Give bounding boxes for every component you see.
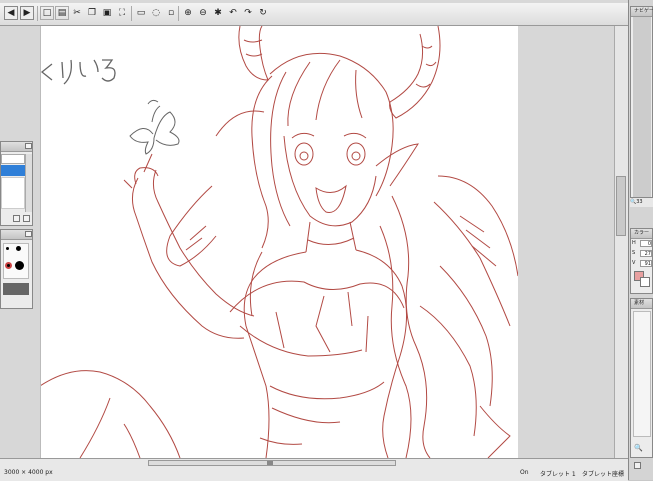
color-s-label: S: [632, 250, 636, 256]
zoom-value: 33: [636, 199, 643, 205]
layer-list: [1, 177, 25, 209]
tablet-coords-text: タブレット座標: [582, 471, 625, 478]
cut-icon[interactable]: ✂: [70, 6, 84, 20]
move-icon[interactable]: ▫: [164, 6, 178, 20]
fit-icon[interactable]: ⛶: [115, 6, 129, 20]
brush-dot-selected-icon[interactable]: [5, 262, 12, 269]
forward-icon[interactable]: ▶: [20, 6, 34, 20]
refresh-icon[interactable]: ↻: [256, 6, 270, 20]
brush-panel: [0, 229, 33, 309]
horizontal-scroll-thumb[interactable]: [267, 461, 273, 465]
horizontal-scrollbar[interactable]: [148, 460, 396, 466]
material-list: [633, 311, 651, 437]
brush-dot-icon[interactable]: [16, 246, 21, 251]
brush-dot-icon[interactable]: [15, 261, 24, 270]
lasso-icon[interactable]: ◌: [149, 6, 163, 20]
layer-panel: [0, 141, 33, 226]
color-s-field[interactable]: 27: [640, 250, 652, 257]
drawing-canvas[interactable]: [40, 26, 518, 458]
copy-icon[interactable]: ❐: [85, 6, 99, 20]
delete-layer-icon[interactable]: [23, 215, 30, 222]
vertical-scrollbar[interactable]: [614, 26, 628, 458]
brush-preview: [3, 283, 29, 295]
redo-icon[interactable]: ↷: [241, 6, 255, 20]
toolbar-separator: [37, 6, 38, 21]
material-panel: 素材 🔍: [630, 298, 653, 458]
color-v-field[interactable]: 91: [640, 260, 652, 267]
rect-select-icon[interactable]: ▭: [134, 6, 148, 20]
brush-size-grid: [3, 243, 29, 279]
navigator-panel: ナビゲー: [630, 6, 653, 198]
vertical-scroll-thumb[interactable]: [616, 176, 626, 236]
butterfly-sketch: [129, 99, 180, 155]
zoom-row: 🔍33: [630, 198, 653, 207]
zoom-in-icon[interactable]: ⊕: [181, 6, 195, 20]
layer-row-selected[interactable]: [1, 165, 25, 176]
doodle-handwriting: [40, 59, 116, 85]
status-bar: 3000 × 4000 px On タブレット 1 タブレット座標: [0, 458, 628, 481]
layer-row[interactable]: [1, 154, 25, 164]
paste-icon[interactable]: ▣: [100, 6, 114, 20]
settings-icon[interactable]: [634, 462, 641, 469]
close-icon[interactable]: [25, 143, 32, 149]
canvas-size-text: 3000 × 4000 px: [4, 469, 53, 476]
undo-icon[interactable]: ↶: [226, 6, 240, 20]
zoom-out-icon[interactable]: ⊖: [196, 6, 210, 20]
background-color-swatch[interactable]: [640, 277, 650, 287]
tablet-text: タブレット 1: [540, 471, 576, 478]
material-title: 素材: [631, 299, 652, 309]
layer-scrollbar[interactable]: [25, 154, 32, 212]
color-panel: カラー H 0 S 27 V 91: [630, 228, 653, 294]
color-title: カラー: [631, 229, 652, 239]
brush-dot-icon[interactable]: [6, 247, 9, 250]
toolbar: ◀ ▶ □ ▤ ✂ ❐ ▣ ⛶ ▭ ◌ ▫ ⊕ ⊖ ✱ ↶ ↷ ↻: [0, 3, 653, 26]
color-v-label: V: [632, 260, 636, 266]
close-icon[interactable]: [25, 231, 32, 237]
color-h-field[interactable]: 0: [640, 240, 652, 247]
right-dock: ナビゲー 🔍33 カラー H 0 S 27 V 91 素材 🔍: [628, 0, 653, 480]
toolbar-separator: [178, 6, 179, 21]
open-icon[interactable]: ▤: [55, 6, 69, 20]
search-icon[interactable]: 🔍: [634, 444, 643, 452]
pen-state-text: On: [520, 469, 529, 476]
new-icon[interactable]: □: [40, 6, 54, 20]
rotate-icon[interactable]: ✱: [211, 6, 225, 20]
navigator-preview[interactable]: [633, 17, 651, 197]
color-h-label: H: [632, 240, 636, 246]
toolbar-separator: [131, 6, 132, 21]
new-layer-icon[interactable]: [13, 215, 20, 222]
sketch-drawing: [40, 26, 518, 458]
back-icon[interactable]: ◀: [4, 6, 18, 20]
character-line-art: [40, 26, 518, 458]
navigator-title: ナビゲー: [631, 7, 653, 17]
